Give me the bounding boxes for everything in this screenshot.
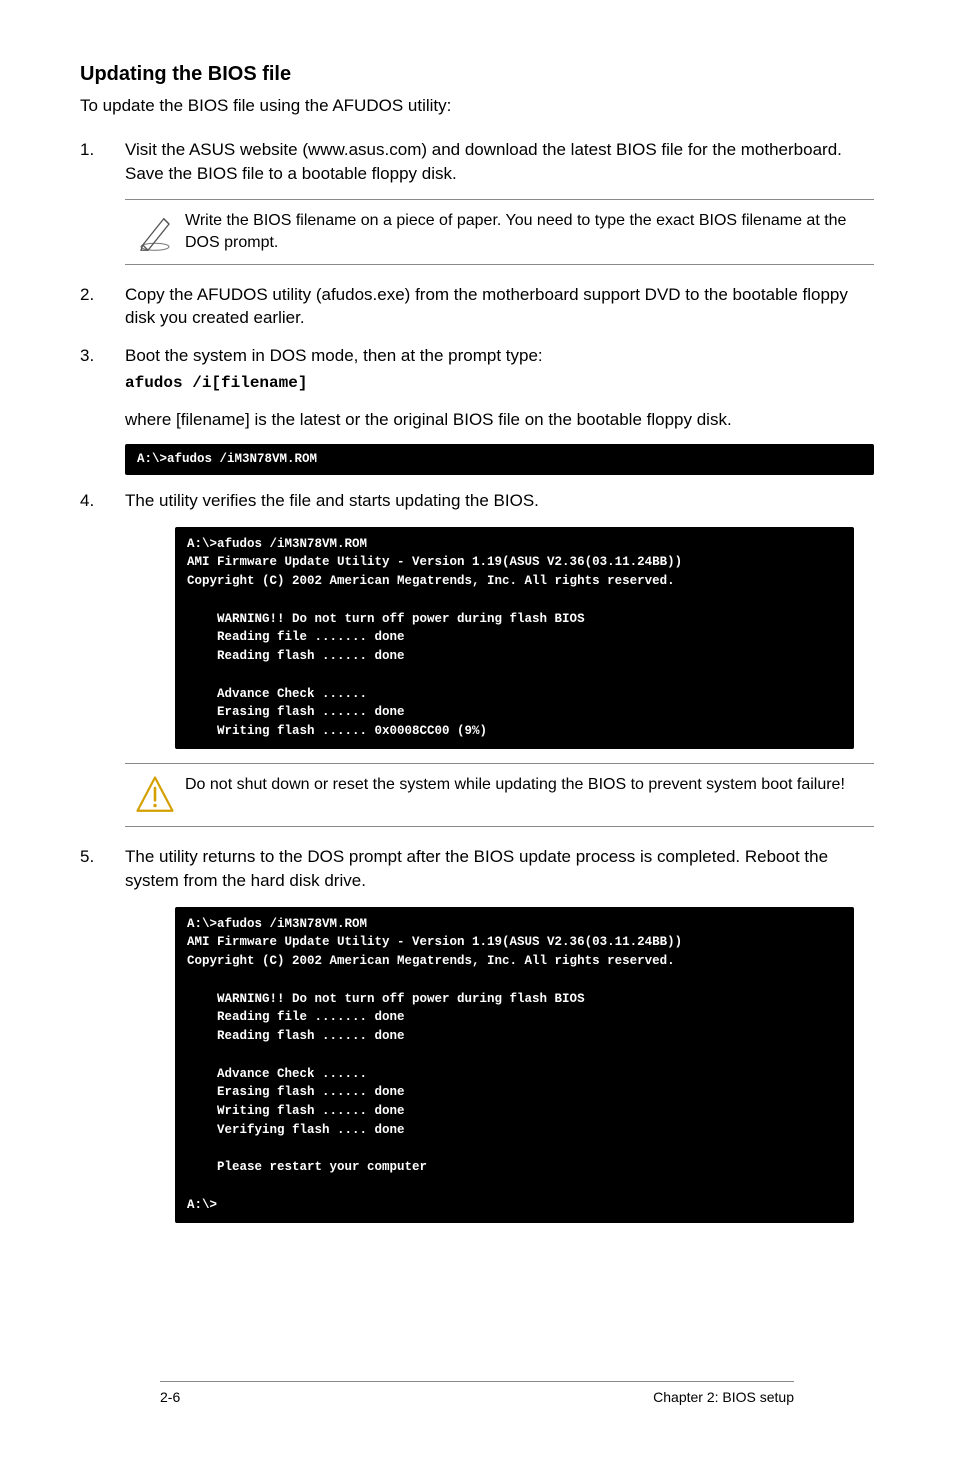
info-note: Write the BIOS filename on a piece of pa… [125,199,874,264]
step-5: 5. The utility returns to the DOS prompt… [80,845,874,893]
warning-icon [125,774,185,816]
terminal-output-3: A:\>afudos /iM3N78VM.ROM AMI Firmware Up… [175,907,854,1223]
step-number: 3. [80,344,125,394]
pencil-icon [125,210,185,252]
page-footer: 2-6 Chapter 2: BIOS setup [160,1381,794,1408]
section-heading: Updating the BIOS file [80,60,874,88]
note-text: Write the BIOS filename on a piece of pa… [185,210,874,253]
step-number: 5. [80,845,125,893]
step-3: 3. Boot the system in DOS mode, then at … [80,344,874,394]
step-number: 1. [80,138,125,186]
step-body: Copy the AFUDOS utility (afudos.exe) fro… [125,283,874,331]
step-3-note: where [filename] is the latest or the or… [125,408,874,432]
page-number: 2-6 [160,1388,180,1408]
step-text: Boot the system in DOS mode, then at the… [125,346,543,365]
intro-text: To update the BIOS file using the AFUDOS… [80,94,874,118]
step-2: 2. Copy the AFUDOS utility (afudos.exe) … [80,283,874,331]
warning-text: Do not shut down or reset the system whi… [185,774,874,796]
step-body: Boot the system in DOS mode, then at the… [125,344,874,394]
command-code: afudos /i[filename] [125,372,874,394]
chapter-title: Chapter 2: BIOS setup [653,1388,794,1408]
step-body: The utility returns to the DOS prompt af… [125,845,874,893]
step-number: 4. [80,489,125,513]
step-body: Visit the ASUS website (www.asus.com) an… [125,138,874,186]
step-4: 4. The utility verifies the file and sta… [80,489,874,513]
step-number: 2. [80,283,125,331]
terminal-output-1: A:\>afudos /iM3N78VM.ROM [125,444,874,475]
terminal-output-2: A:\>afudos /iM3N78VM.ROM AMI Firmware Up… [175,527,854,749]
warning-note: Do not shut down or reset the system whi… [125,763,874,827]
step-body: The utility verifies the file and starts… [125,489,874,513]
step-1: 1. Visit the ASUS website (www.asus.com)… [80,138,874,186]
